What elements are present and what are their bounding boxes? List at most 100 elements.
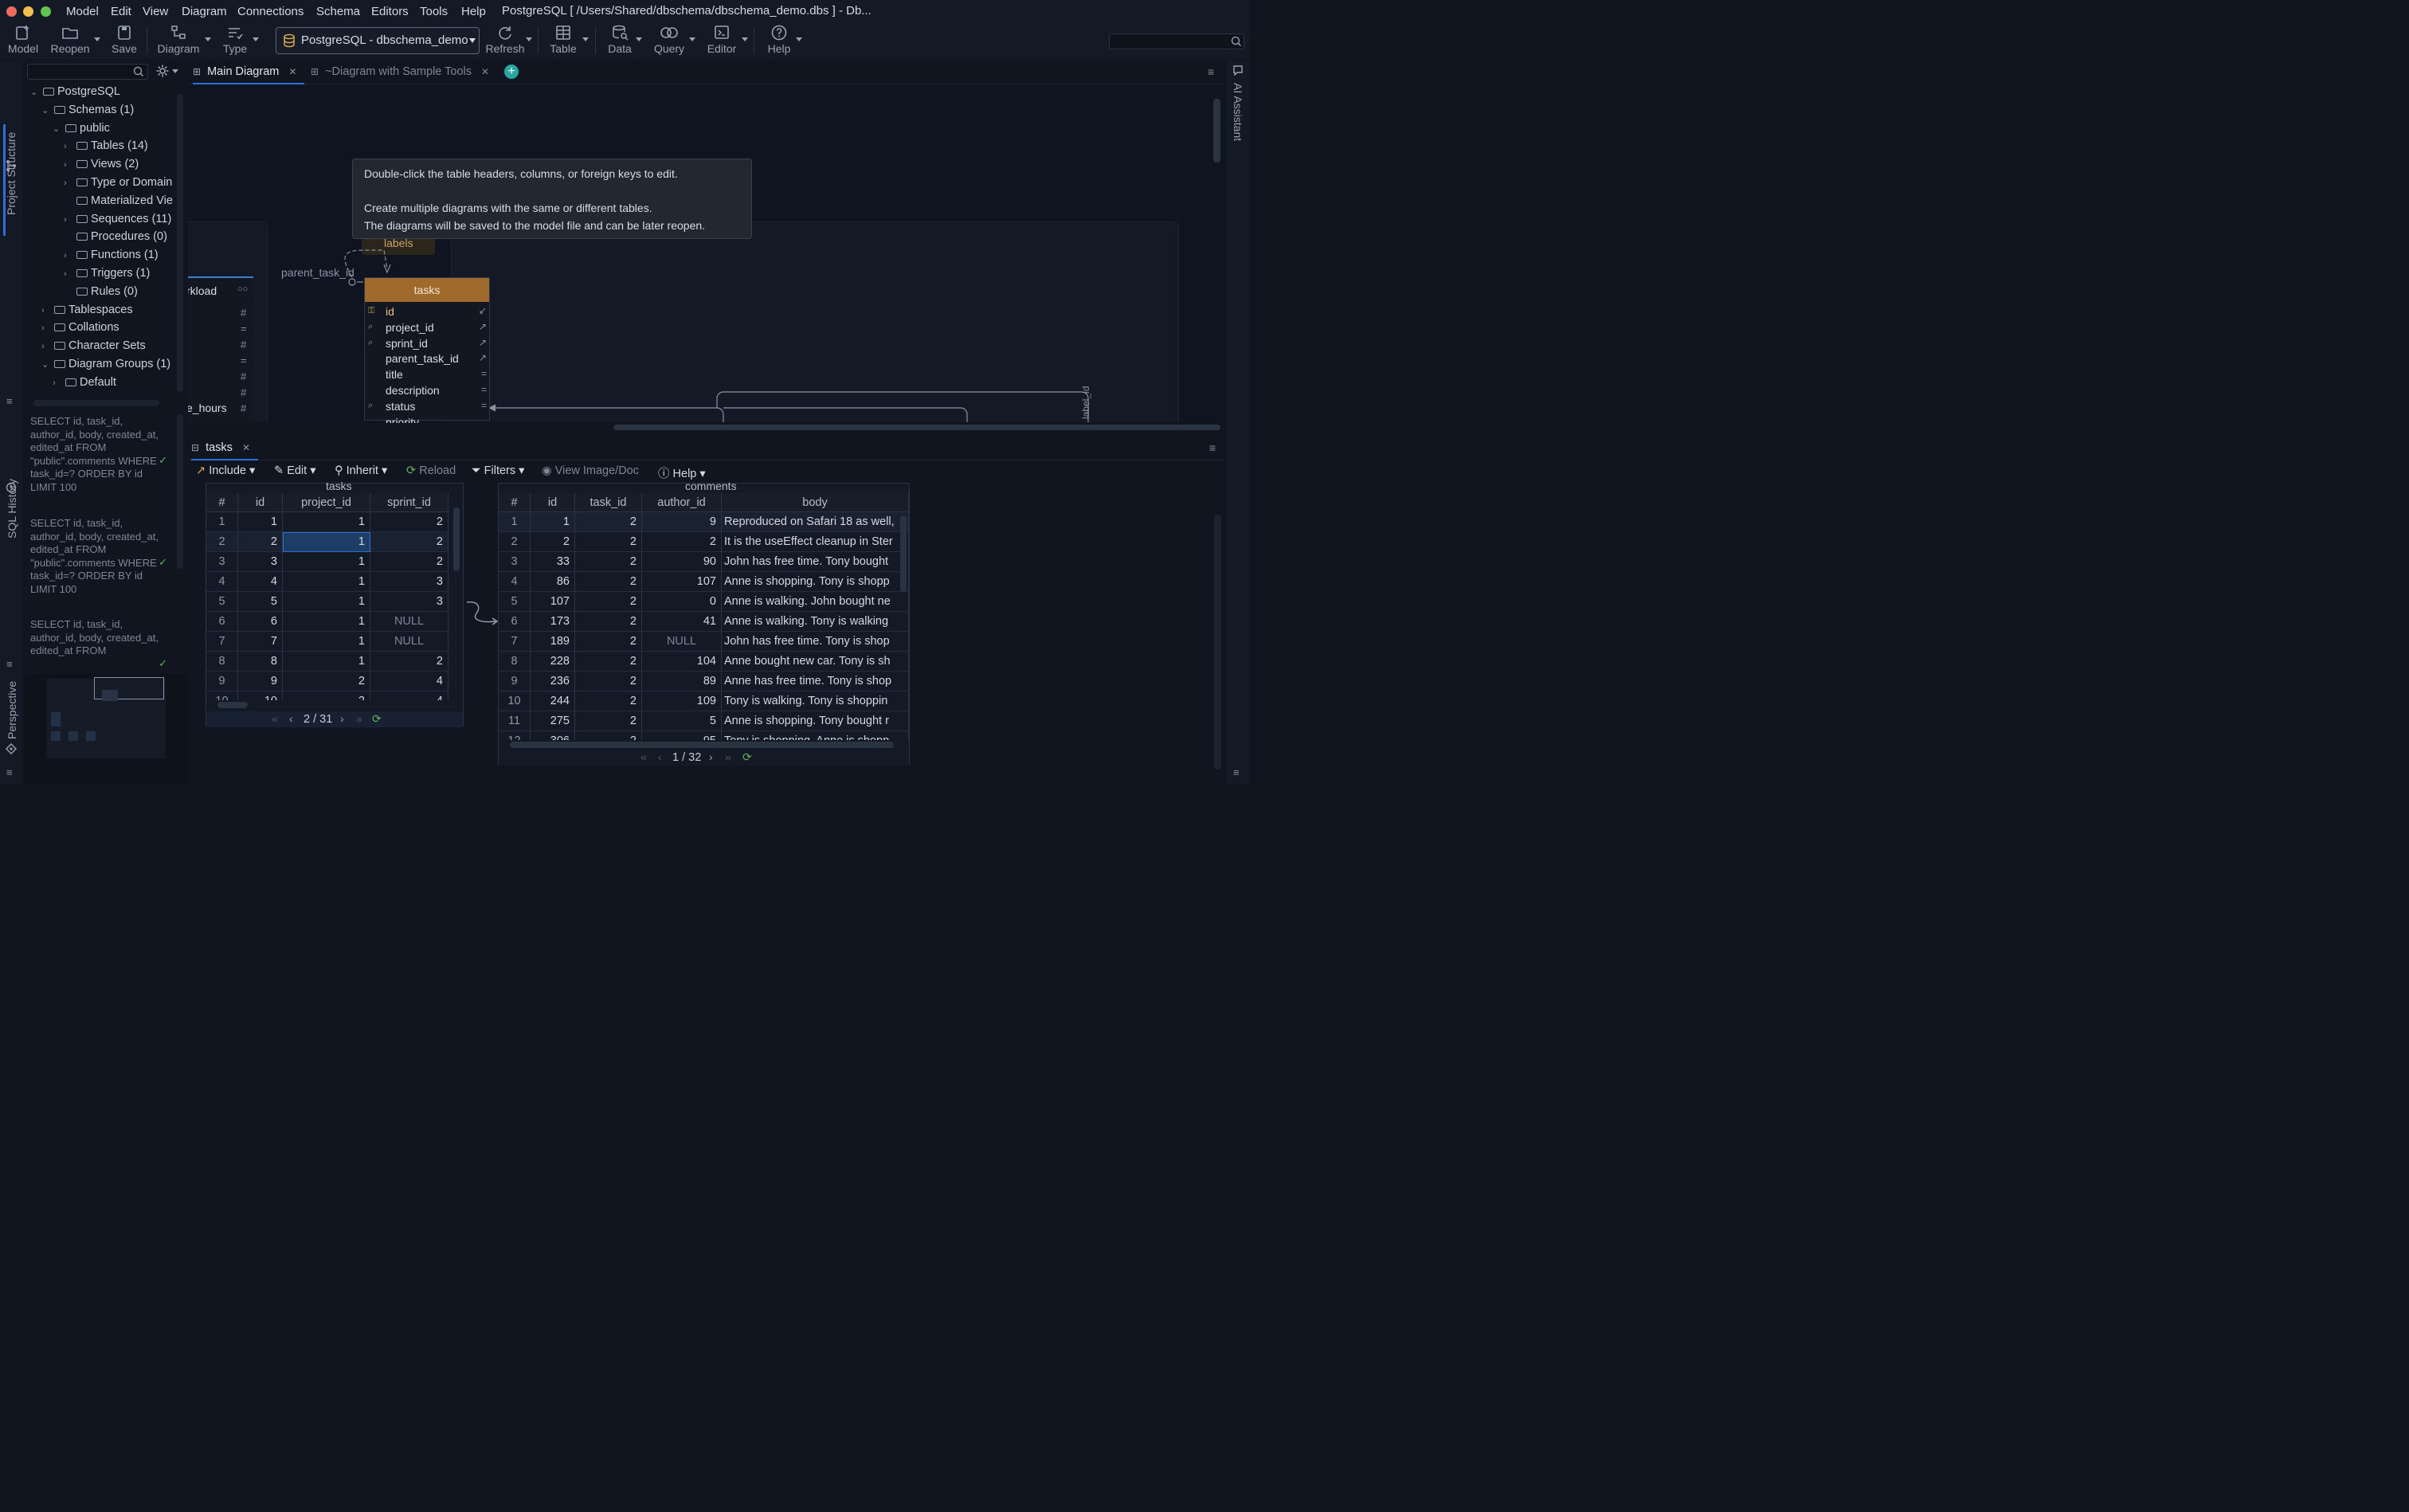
column-header[interactable]: task_id xyxy=(575,493,642,512)
diagram-vertical-scrollbar[interactable] xyxy=(1213,99,1220,163)
grid-cell[interactable]: 306 xyxy=(531,731,575,740)
chevron-right-icon[interactable]: › xyxy=(64,174,73,192)
grid-cell[interactable]: NULL xyxy=(370,632,449,652)
close-icon[interactable]: ✕ xyxy=(242,442,250,453)
grid-cell[interactable]: John has free time. Tony bought xyxy=(722,552,909,572)
tree-node[interactable]: › Tables (14) xyxy=(64,137,148,155)
grid-cell[interactable]: Anne is walking. Tony is walking xyxy=(722,612,909,632)
zoom-window-button[interactable] xyxy=(41,6,51,17)
minimize-window-button[interactable] xyxy=(23,6,33,17)
grid-cell[interactable]: 41 xyxy=(642,612,722,632)
chevron-right-icon[interactable]: › xyxy=(41,338,51,355)
grid-cell[interactable]: 33 xyxy=(531,552,575,572)
close-icon[interactable]: ✕ xyxy=(288,66,296,77)
tree-node[interactable]: Rules (0) xyxy=(64,283,138,300)
grid-cell[interactable]: 2 xyxy=(370,512,449,532)
history-entry[interactable]: SELECT id, task_id, author_id, body, cre… xyxy=(30,415,170,494)
grid-cell[interactable]: 2 xyxy=(283,672,370,691)
grid-cell[interactable]: 2 xyxy=(283,691,370,700)
help-dropdown-caret[interactable] xyxy=(796,37,802,41)
grid-cell[interactable]: 104 xyxy=(642,652,722,672)
tree-node[interactable]: ⌄ PostgreSQL xyxy=(30,83,120,100)
first-page-button[interactable]: « xyxy=(272,712,278,725)
tree-node[interactable]: Materialized Vie xyxy=(64,192,173,210)
row-number[interactable]: 10 xyxy=(499,691,531,711)
tree-node[interactable]: › Default xyxy=(53,374,116,391)
column-header[interactable]: project_id xyxy=(283,493,370,512)
column-header[interactable]: # xyxy=(499,493,531,512)
grid-cell[interactable]: Reproduced on Safari 18 as well, xyxy=(722,512,909,532)
grid-cell[interactable]: 3 xyxy=(370,592,449,612)
row-number[interactable]: 5 xyxy=(499,592,531,612)
tree-node[interactable]: ⌄ Schemas (1) xyxy=(41,101,134,119)
refresh-icon[interactable]: ⟳ xyxy=(372,712,382,726)
grid-horizontal-scrollbar[interactable] xyxy=(217,702,248,708)
last-page-button[interactable]: » xyxy=(356,712,362,725)
tree-horizontal-scrollbar[interactable] xyxy=(33,400,159,406)
grid-cell[interactable]: 1 xyxy=(283,512,370,532)
column-header[interactable]: id xyxy=(531,493,575,512)
grid-cell[interactable]: 2 xyxy=(370,532,449,552)
prev-page-button[interactable]: ‹ xyxy=(658,750,662,763)
tree-scrollbar[interactable] xyxy=(177,94,183,392)
grid-cell[interactable]: 4 xyxy=(370,691,449,700)
tasks-data-grid[interactable]: tasks # id project_id sprint_id 11122212331… xyxy=(206,480,464,727)
bottom-vertical-scrollbar[interactable] xyxy=(1214,515,1221,770)
grid-cell[interactable]: John has free time. Tony is shop xyxy=(722,632,909,652)
reopen-dropdown-caret[interactable] xyxy=(94,37,100,41)
entity-column[interactable]: parent_task_id xyxy=(386,352,459,365)
row-number[interactable]: 6 xyxy=(499,612,531,632)
next-page-button[interactable]: › xyxy=(709,750,713,763)
grid-cell[interactable]: 107 xyxy=(642,572,722,592)
grid-cell[interactable]: 10 xyxy=(238,691,283,700)
grid-cell[interactable]: 4 xyxy=(370,672,449,691)
grid-cell[interactable]: 5 xyxy=(642,711,722,731)
grid-cell[interactable]: 109 xyxy=(642,691,722,711)
menu-edit[interactable]: Edit xyxy=(111,5,131,18)
query-dropdown-caret[interactable] xyxy=(689,37,695,41)
query-button[interactable]: Query xyxy=(648,24,690,57)
history-entry[interactable]: SELECT id, task_id, author_id, body, cre… xyxy=(30,517,170,596)
tree-node[interactable]: › Functions (1) xyxy=(64,246,159,264)
menu-help[interactable]: Help xyxy=(461,5,486,18)
grid-cell[interactable]: 275 xyxy=(531,711,575,731)
chevron-right-icon[interactable]: › xyxy=(53,374,62,392)
entity-column[interactable]: project_id xyxy=(386,321,434,334)
ai-assistant-tool[interactable]: AI Assistant xyxy=(1232,83,1244,141)
close-window-button[interactable] xyxy=(6,6,17,17)
chevron-right-icon[interactable]: › xyxy=(64,138,73,155)
grid-cell[interactable]: 2 xyxy=(575,572,642,592)
grid-cell[interactable]: 2 xyxy=(575,691,642,711)
entity-column[interactable]: description xyxy=(386,384,440,397)
entity-column[interactable]: sprint_id xyxy=(386,337,428,350)
grid-cell[interactable]: 8 xyxy=(238,652,283,672)
column-header[interactable]: # xyxy=(206,493,238,512)
chevron-right-icon[interactable]: › xyxy=(64,265,73,283)
grid-vertical-scrollbar[interactable] xyxy=(453,507,460,571)
chevron-right-icon[interactable]: › xyxy=(64,247,73,264)
grid-cell[interactable]: 95 xyxy=(642,731,722,740)
tree-node[interactable]: › Character Sets xyxy=(41,337,146,354)
row-number[interactable]: 4 xyxy=(206,572,238,592)
grid-cell[interactable]: 2 xyxy=(575,711,642,731)
grid-cell[interactable]: 1 xyxy=(283,552,370,572)
grid-cell[interactable]: 1 xyxy=(283,632,370,652)
grid-cell[interactable]: Anne has free time. Tony is shop xyxy=(722,672,909,691)
row-number[interactable]: 1 xyxy=(499,512,531,532)
menu-connections[interactable]: Connections xyxy=(237,5,304,18)
menu-lines-icon[interactable]: ≡ xyxy=(6,395,13,407)
history-scrollbar[interactable] xyxy=(177,414,183,569)
grid-cell[interactable]: 86 xyxy=(531,572,575,592)
grid-cell[interactable]: 1 xyxy=(283,572,370,592)
menu-editors[interactable]: Editors xyxy=(371,5,409,18)
row-number[interactable]: 10 xyxy=(206,691,238,700)
grid-cell[interactable]: 1 xyxy=(283,652,370,672)
grid-cell[interactable]: NULL xyxy=(642,632,722,652)
menu-lines-icon[interactable]: ≡ xyxy=(1208,65,1214,78)
row-number[interactable]: 9 xyxy=(206,672,238,691)
grid-cell[interactable]: Anne is shopping. Tony bought r xyxy=(722,711,909,731)
type-button[interactable]: Type xyxy=(215,24,255,57)
chevron-down-icon[interactable]: ⌄ xyxy=(41,102,51,119)
comments-data-grid[interactable]: comments # id task_id author_id body 1 1 2 9 Rep… xyxy=(498,480,910,766)
help-button[interactable]: Help xyxy=(762,24,797,57)
